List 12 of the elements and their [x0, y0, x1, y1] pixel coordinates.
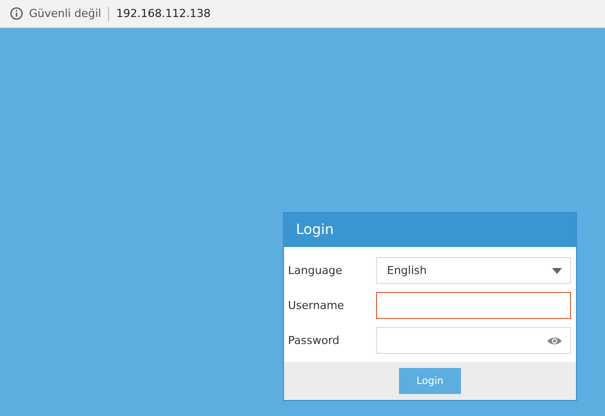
field-label: Password — [288, 334, 340, 347]
url-text[interactable]: 192.168.112.138 — [116, 7, 211, 20]
panel-title: Login — [284, 213, 576, 247]
username-field[interactable] — [376, 292, 571, 319]
caret-icon — [552, 268, 562, 274]
field-label: Username — [288, 299, 346, 312]
info-icon[interactable] — [10, 7, 23, 20]
field-label: Language — [288, 264, 344, 277]
security-label[interactable]: Güvenli değil — [29, 7, 102, 20]
language-dropdown[interactable]: English — [376, 257, 571, 284]
eye-icon[interactable] — [547, 336, 562, 346]
password-field[interactable] — [376, 327, 571, 354]
